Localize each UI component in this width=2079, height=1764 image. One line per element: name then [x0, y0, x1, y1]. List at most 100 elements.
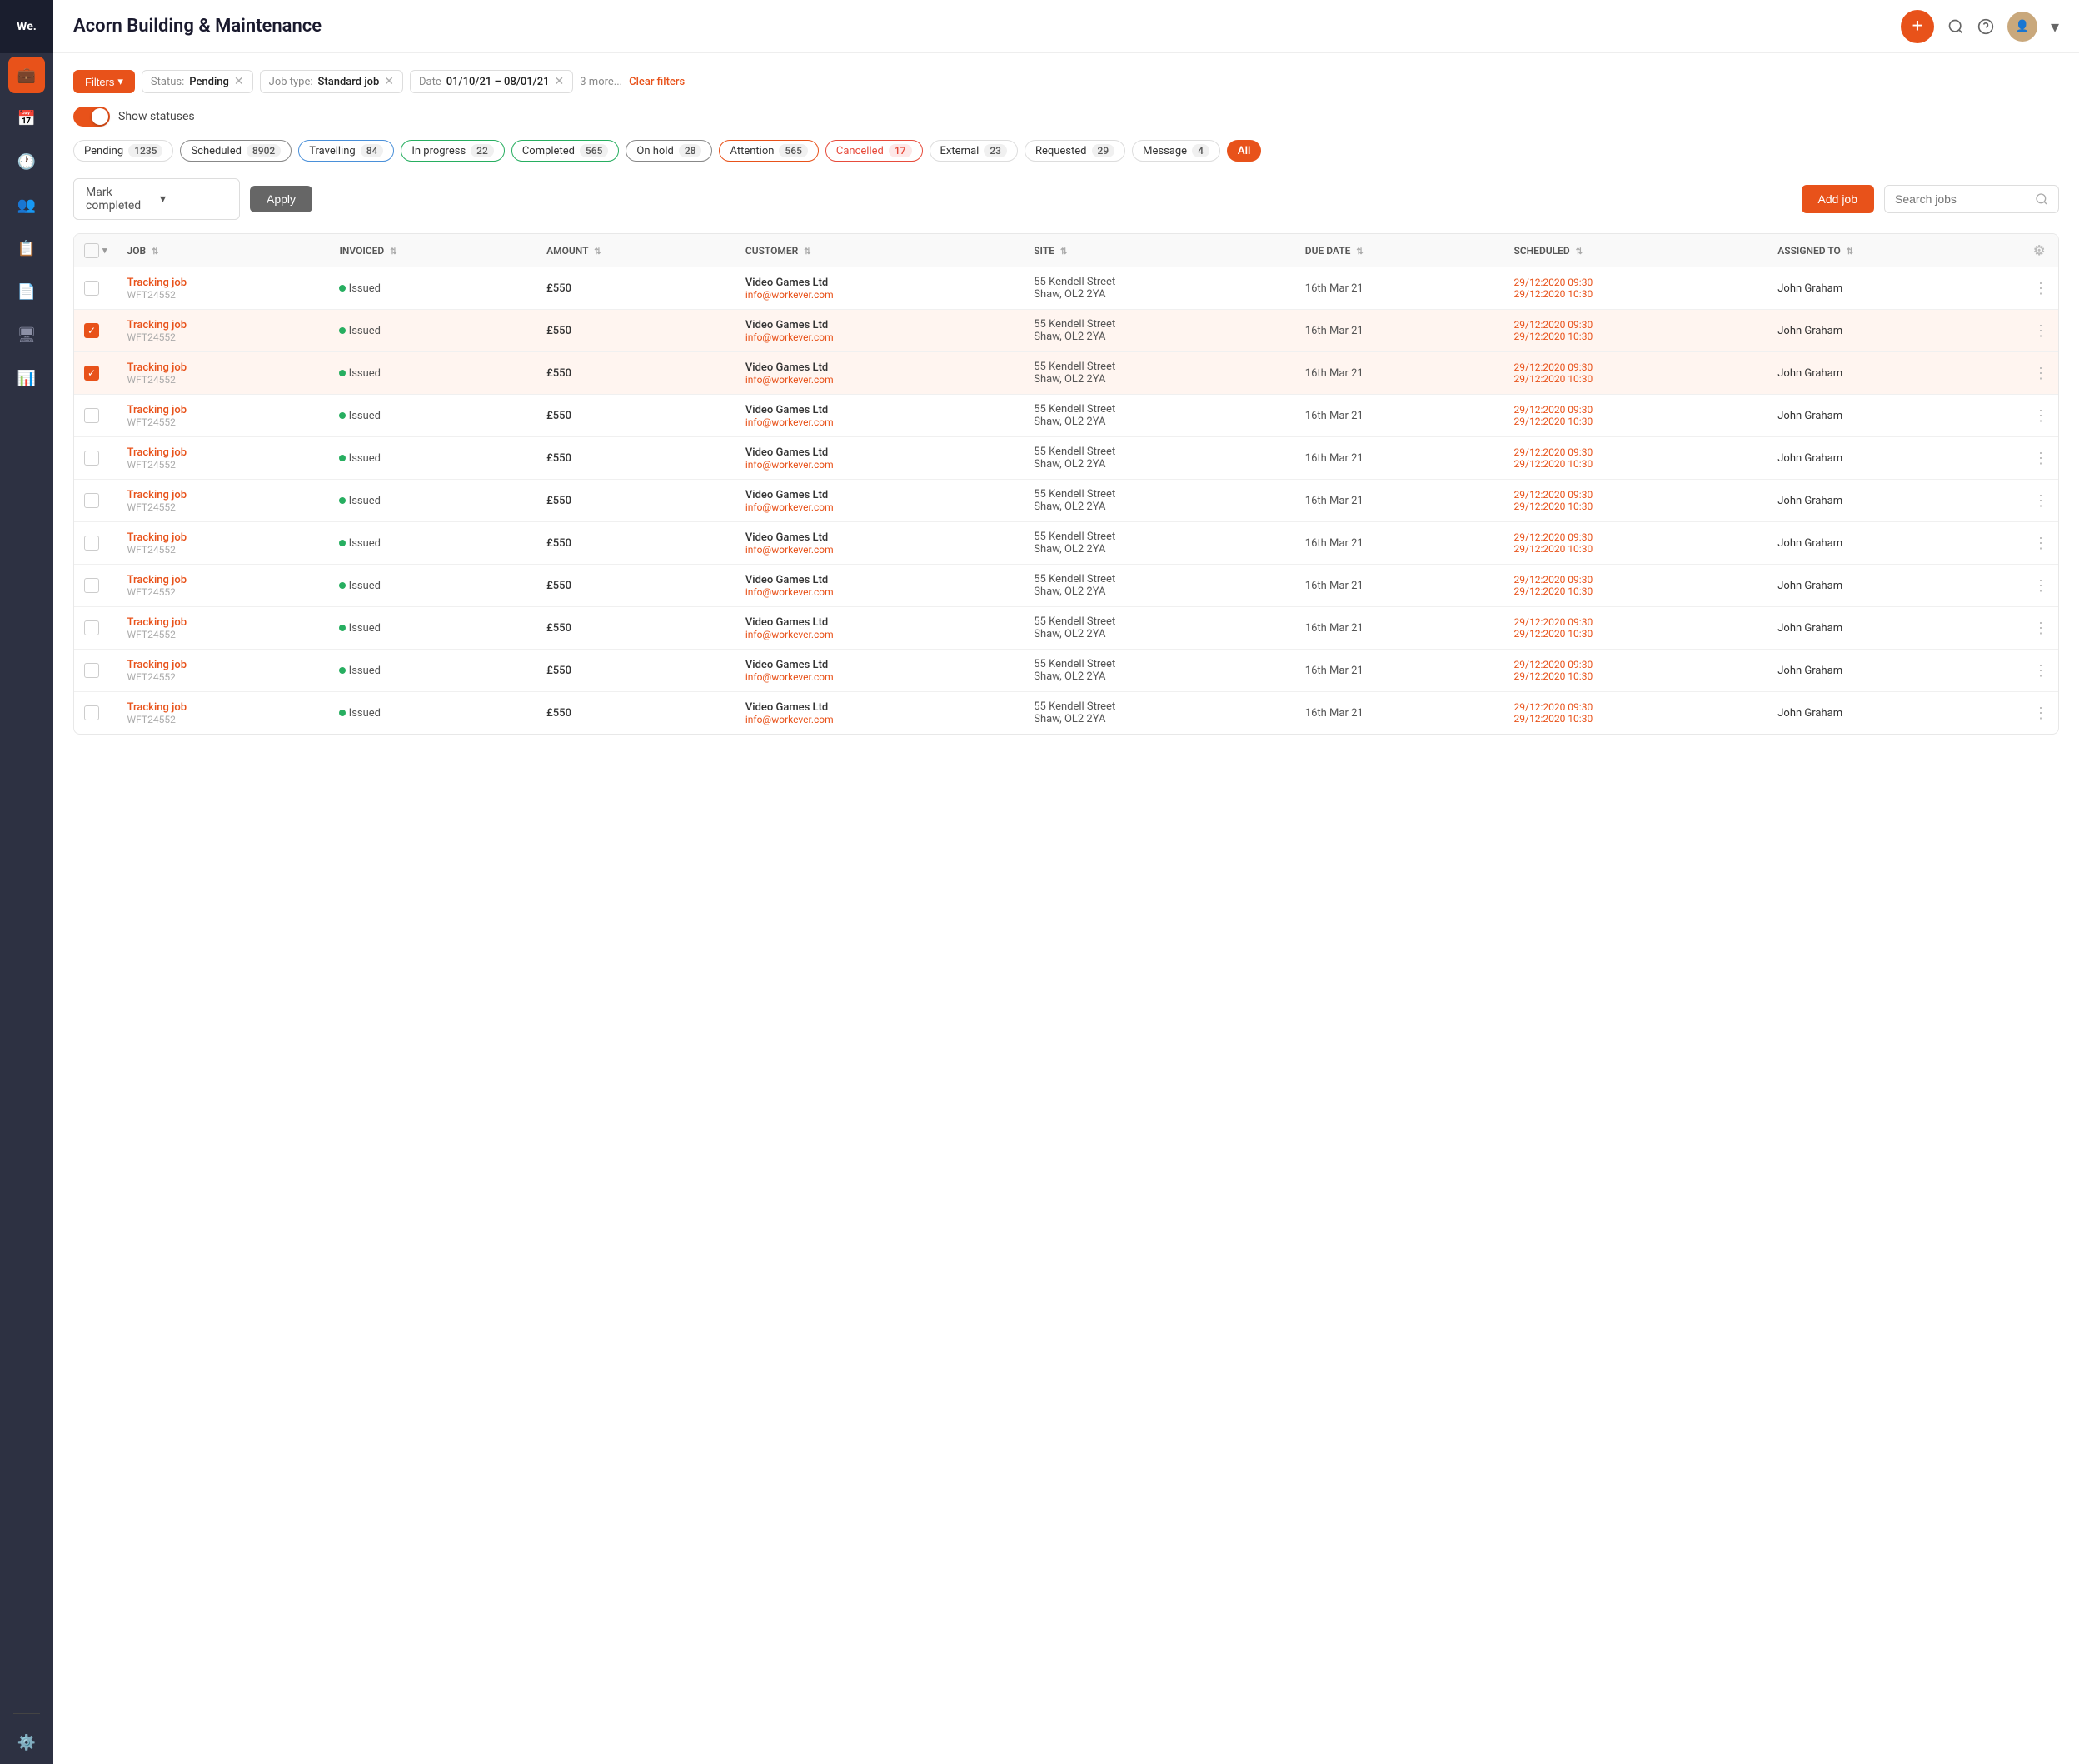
invoiced-value: Issued [349, 665, 381, 677]
settings-icon[interactable]: ⚙ [2033, 242, 2045, 258]
chip-external[interactable]: External 23 [930, 140, 1018, 162]
customer-email[interactable]: info@workever.com [745, 459, 1014, 471]
chip-cancelled[interactable]: Cancelled 17 [825, 140, 923, 162]
chip-all[interactable]: All [1227, 140, 1261, 162]
job-link[interactable]: Tracking job [127, 319, 320, 331]
job-link[interactable]: Tracking job [127, 701, 320, 714]
clear-filters[interactable]: Clear filters [629, 76, 685, 88]
customer-email[interactable]: info@workever.com [745, 586, 1014, 598]
sidebar-item-settings[interactable]: ⚙️ [8, 1724, 45, 1761]
help-icon[interactable] [1977, 18, 1994, 35]
scheduled-end: 29/12:2020 10:30 [1514, 543, 1758, 555]
row-more-icon[interactable]: ⋮ [2033, 322, 2048, 340]
row-checkbox[interactable]: ✓ [84, 323, 99, 338]
filter-tag-status[interactable]: Status: Pending ✕ [142, 70, 253, 93]
sidebar-item-schedule[interactable]: 📅 [8, 100, 45, 137]
apply-button[interactable]: Apply [250, 186, 312, 212]
row-more-icon[interactable]: ⋮ [2033, 450, 2048, 467]
customer-email[interactable]: info@workever.com [745, 714, 1014, 725]
row-checkbox[interactable] [84, 620, 99, 635]
invoiced-status-dot [339, 540, 346, 546]
due-date-value: 16th Mar 21 [1305, 367, 1364, 380]
row-checkbox[interactable] [84, 451, 99, 466]
chip-requested[interactable]: Requested 29 [1025, 140, 1125, 162]
site-address2: Shaw, OL2 2YA [1034, 331, 1285, 343]
remove-filter-jobtype[interactable]: ✕ [384, 75, 394, 88]
show-statuses-toggle[interactable] [73, 107, 110, 127]
row-checkbox[interactable] [84, 408, 99, 423]
customer-email[interactable]: info@workever.com [745, 331, 1014, 343]
job-id: WFT24552 [127, 459, 320, 471]
customer-email[interactable]: info@workever.com [745, 501, 1014, 513]
job-link[interactable]: Tracking job [127, 277, 320, 289]
customer-email[interactable]: info@workever.com [745, 289, 1014, 301]
chip-in-progress[interactable]: In progress 22 [401, 140, 504, 162]
row-more-icon[interactable]: ⋮ [2033, 280, 2048, 297]
sidebar-item-quotes[interactable]: 📋 [8, 230, 45, 267]
row-more-icon[interactable]: ⋮ [2033, 535, 2048, 552]
job-link[interactable]: Tracking job [127, 361, 320, 374]
job-id: WFT24552 [127, 416, 320, 428]
row-more-icon[interactable]: ⋮ [2033, 577, 2048, 595]
add-job-button[interactable]: Add job [1802, 185, 1874, 213]
customer-email[interactable]: info@workever.com [745, 629, 1014, 640]
job-link[interactable]: Tracking job [127, 531, 320, 544]
row-more-icon[interactable]: ⋮ [2033, 407, 2048, 425]
invoiced-value: Issued [349, 325, 381, 337]
job-link[interactable]: Tracking job [127, 616, 320, 629]
job-link[interactable]: Tracking job [127, 489, 320, 501]
show-statuses-label: Show statuses [118, 110, 195, 123]
more-filters[interactable]: 3 more... [580, 76, 622, 88]
action-select[interactable]: Mark completed ▾ [73, 178, 240, 220]
customer-email[interactable]: info@workever.com [745, 544, 1014, 556]
select-all-checkbox[interactable] [84, 243, 99, 258]
chip-completed[interactable]: Completed 565 [511, 140, 620, 162]
filter-tag-jobtype[interactable]: Job type: Standard job ✕ [260, 70, 403, 93]
chip-attention[interactable]: Attention 565 [719, 140, 818, 162]
row-checkbox[interactable] [84, 536, 99, 551]
chip-message[interactable]: Message 4 [1132, 140, 1220, 162]
sidebar-item-reports[interactable]: 📊 [8, 360, 45, 396]
row-checkbox[interactable] [84, 281, 99, 296]
site-address2: Shaw, OL2 2YA [1034, 288, 1285, 301]
search-icon[interactable] [1947, 18, 1964, 35]
customer-email[interactable]: info@workever.com [745, 416, 1014, 428]
add-button[interactable]: + [1901, 10, 1934, 43]
scheduled-end: 29/12:2020 10:30 [1514, 670, 1758, 682]
search-box [1884, 185, 2059, 213]
job-link[interactable]: Tracking job [127, 446, 320, 459]
chip-scheduled[interactable]: Scheduled 8902 [180, 140, 292, 162]
avatar[interactable]: 👤 [2007, 12, 2037, 42]
row-more-icon[interactable]: ⋮ [2033, 620, 2048, 637]
col-due-date: DUE DATE ⇅ [1295, 234, 1504, 267]
customer-email[interactable]: info@workever.com [745, 671, 1014, 683]
sidebar-item-jobs[interactable]: 💼 [8, 57, 45, 93]
row-checkbox[interactable]: ✓ [84, 366, 99, 381]
chip-travelling[interactable]: Travelling 84 [298, 140, 394, 162]
search-input[interactable] [1895, 192, 2028, 206]
row-checkbox[interactable] [84, 705, 99, 720]
remove-filter-status[interactable]: ✕ [234, 75, 244, 88]
job-link[interactable]: Tracking job [127, 659, 320, 671]
row-checkbox[interactable] [84, 493, 99, 508]
select-chevron[interactable]: ▾ [102, 245, 107, 256]
customer-email[interactable]: info@workever.com [745, 374, 1014, 386]
row-more-icon[interactable]: ⋮ [2033, 662, 2048, 680]
row-more-icon[interactable]: ⋮ [2033, 492, 2048, 510]
sidebar-item-invoices[interactable]: 📄 [8, 273, 45, 310]
sidebar-item-customers[interactable]: 👥 [8, 187, 45, 223]
sidebar-item-dashboard[interactable]: 🖥 [8, 316, 45, 353]
chip-pending[interactable]: Pending 1235 [73, 140, 173, 162]
job-link[interactable]: Tracking job [127, 574, 320, 586]
row-more-icon[interactable]: ⋮ [2033, 705, 2048, 722]
remove-filter-date[interactable]: ✕ [555, 75, 565, 88]
row-checkbox[interactable] [84, 663, 99, 678]
filter-tag-date[interactable]: Date 01/10/21 – 08/01/21 ✕ [410, 70, 573, 93]
row-checkbox[interactable] [84, 578, 99, 593]
row-more-icon[interactable]: ⋮ [2033, 365, 2048, 382]
sidebar-item-history[interactable]: 🕐 [8, 143, 45, 180]
filters-button[interactable]: Filters ▾ [73, 70, 135, 93]
chip-on-hold[interactable]: On hold 28 [626, 140, 712, 162]
user-menu-chevron[interactable]: ▾ [2051, 17, 2059, 37]
job-link[interactable]: Tracking job [127, 404, 320, 416]
